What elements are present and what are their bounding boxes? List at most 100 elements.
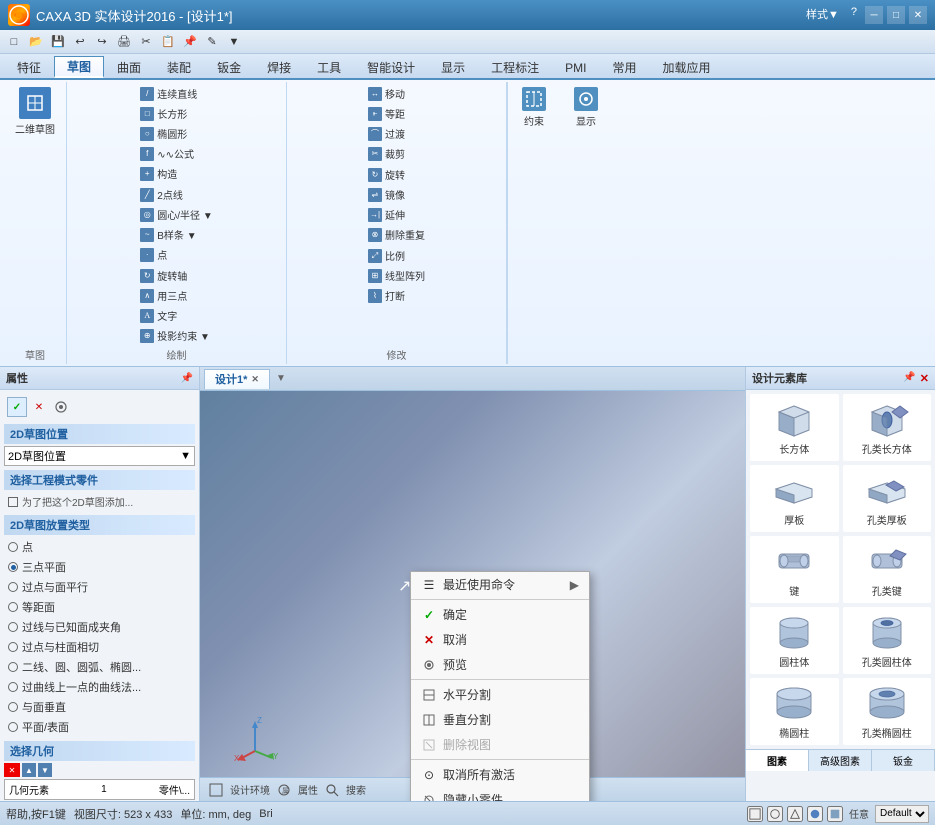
rotate-axis-btn[interactable]: ↻ 旋转轴 <box>136 266 216 285</box>
tab-zhineng[interactable]: 智能设计 <box>354 56 428 78</box>
menu-hide-small[interactable]: 隐藏小零件 <box>411 787 589 801</box>
continuous-line-btn[interactable]: / 连续直线 <box>136 84 216 103</box>
paste-button[interactable]: 📌 <box>180 32 200 52</box>
save-button[interactable]: 💾 <box>48 32 68 52</box>
formula-btn[interactable]: f ∿∿公式 <box>136 144 216 163</box>
position-dropdown[interactable]: 2D草图位置 ▼ <box>4 446 195 466</box>
status-icon-1[interactable] <box>747 806 763 822</box>
radio-perp[interactable] <box>8 702 18 712</box>
maximize-button[interactable]: □ <box>887 6 905 24</box>
status-icon-5[interactable] <box>827 806 843 822</box>
right-tab-advanced[interactable]: 高级图素 <box>809 750 872 771</box>
select-part-section[interactable]: 选择工程模式零件 <box>4 470 195 490</box>
move-btn[interactable]: ↔ 移动 <box>364 84 429 103</box>
undo-button[interactable]: ↩ <box>70 32 90 52</box>
tab-gongcheng[interactable]: 工程标注 <box>478 56 552 78</box>
rotate-btn[interactable]: ↻ 旋转 <box>364 165 429 184</box>
radio-curve[interactable] <box>8 682 18 692</box>
circle-btn[interactable]: ◎ 圆心/半径 ▼ <box>136 205 216 224</box>
geo-delete-btn[interactable]: ✕ <box>4 763 20 777</box>
tab-dropdown-arrow[interactable]: ▼ <box>276 373 286 384</box>
search-btn2[interactable] <box>322 781 342 799</box>
trim-btn[interactable]: ✂ 裁剪 <box>364 144 429 163</box>
radio-2line[interactable] <box>8 662 18 672</box>
2d-sketch-button[interactable]: 二维草图 <box>10 84 60 345</box>
position-section[interactable]: 2D草图位置 <box>4 424 195 444</box>
design-item-plate-hole[interactable]: 孔类厚板 <box>843 465 932 532</box>
status-icon-2[interactable] <box>767 806 783 822</box>
geo-up-btn[interactable]: ▲ <box>22 763 36 777</box>
radio-tangent[interactable] <box>8 642 18 652</box>
minimize-button[interactable]: ─ <box>865 6 883 24</box>
tab-zhuangpei[interactable]: 装配 <box>154 56 204 78</box>
right-panel-pin[interactable]: 📌 <box>903 372 915 385</box>
radio-parallel[interactable] <box>8 582 18 592</box>
right-tab-sheetmetal[interactable]: 钣金 <box>872 750 935 771</box>
radio-point[interactable] <box>8 542 18 552</box>
select-button[interactable]: ✎ <box>202 32 222 52</box>
design-item-key[interactable]: 键 <box>750 536 839 603</box>
style-label[interactable]: 样式▼ <box>802 6 843 24</box>
proj-constraint-btn[interactable]: ⊕ 投影约束 ▼ <box>136 326 216 345</box>
transit-btn[interactable]: ⌒ 过渡 <box>364 124 429 143</box>
preview-prop-btn[interactable] <box>51 397 71 417</box>
menu-recent-cmd[interactable]: ☰ 最近使用命令 ▶ <box>411 572 589 597</box>
tab-changyong[interactable]: 常用 <box>600 56 650 78</box>
copy-button[interactable]: 📋 <box>158 32 178 52</box>
close-button[interactable]: ✕ <box>909 6 927 24</box>
tab-xianshi[interactable]: 显示 <box>428 56 478 78</box>
tab-caotu[interactable]: 草图 <box>54 56 104 78</box>
profile-dropdown[interactable]: Default <box>875 805 929 823</box>
scale-btn[interactable]: ⤢ 比例 <box>364 246 429 265</box>
redo-button[interactable]: ↪ <box>92 32 112 52</box>
radio-3pt[interactable] <box>8 562 18 572</box>
menu-hsplit[interactable]: 水平分割 <box>411 682 589 707</box>
radio-angle[interactable] <box>8 622 18 632</box>
tab-close-btn[interactable]: ✕ <box>251 374 259 385</box>
equidist-btn[interactable]: ⫦ 等距 <box>364 104 429 123</box>
menu-vsplit[interactable]: 垂直分割 <box>411 707 589 732</box>
design-item-cylinder[interactable]: 圆柱体 <box>750 607 839 674</box>
confirm-btn[interactable]: ✓ <box>7 397 27 417</box>
construct-btn[interactable]: + 构造 <box>136 164 216 183</box>
notice-checkbox[interactable] <box>8 497 18 507</box>
tab-gongju[interactable]: 工具 <box>304 56 354 78</box>
cut-button[interactable]: ✂ <box>136 32 156 52</box>
design-item-cylinder-hole[interactable]: 孔类圆柱体 <box>843 607 932 674</box>
design-item-cube[interactable]: 长方体 <box>750 394 839 461</box>
design-item-oval-cyl[interactable]: 椭圆柱 <box>750 678 839 745</box>
menu-deactivate[interactable]: ⊙ 取消所有激活 <box>411 762 589 787</box>
3point-btn[interactable]: ∧ 用三点 <box>136 286 216 305</box>
tab-tezheng[interactable]: 特征 <box>4 56 54 78</box>
ellipse-btn[interactable]: ○ 椭圆形 <box>136 124 216 143</box>
geo-section[interactable]: 选择几何 <box>4 741 195 761</box>
2point-line-btn[interactable]: ╱ 2点线 <box>136 185 216 204</box>
design-item-key-hole[interactable]: 孔类键 <box>843 536 932 603</box>
placement-section[interactable]: 2D草图放置类型 <box>4 515 195 535</box>
rectangle-btn[interactable]: □ 长方形 <box>136 104 216 123</box>
mirror-btn[interactable]: ⇌ 镜像 <box>364 185 429 204</box>
status-icon-4[interactable] <box>807 806 823 822</box>
display-main-btn[interactable]: 显示 <box>566 84 606 131</box>
help-icon[interactable]: ? <box>847 6 861 24</box>
deldup-btn[interactable]: ⊗ 删除重复 <box>364 225 429 244</box>
new-button[interactable]: □ <box>4 32 24 52</box>
point-btn[interactable]: · 点 <box>136 245 216 264</box>
bspline-btn[interactable]: ~ B样条 ▼ <box>136 225 216 244</box>
customize-quick-button[interactable]: ▼ <box>224 32 244 52</box>
menu-preview[interactable]: 预览 <box>411 652 589 677</box>
tab-pmi[interactable]: PMI <box>552 56 599 78</box>
menu-cancel[interactable]: ✕ 取消 <box>411 627 589 652</box>
open-button[interactable]: 📂 <box>26 32 46 52</box>
array-btn[interactable]: ⊞ 线型阵列 <box>364 266 429 285</box>
attr-btn2[interactable]: 属 <box>274 781 294 799</box>
design-item-oval-cyl-hole[interactable]: 孔类椭圆柱 <box>843 678 932 745</box>
break-btn[interactable]: ⌇ 打断 <box>364 286 429 305</box>
tab-banjin[interactable]: 钣金 <box>204 56 254 78</box>
env-btn[interactable] <box>206 781 226 799</box>
design-item-plate[interactable]: 厚板 <box>750 465 839 532</box>
cancel-prop-btn[interactable]: ✕ <box>29 397 49 417</box>
menu-ok[interactable]: ✓ 确定 <box>411 602 589 627</box>
radio-equidist[interactable] <box>8 602 18 612</box>
status-icon-3[interactable] <box>787 806 803 822</box>
